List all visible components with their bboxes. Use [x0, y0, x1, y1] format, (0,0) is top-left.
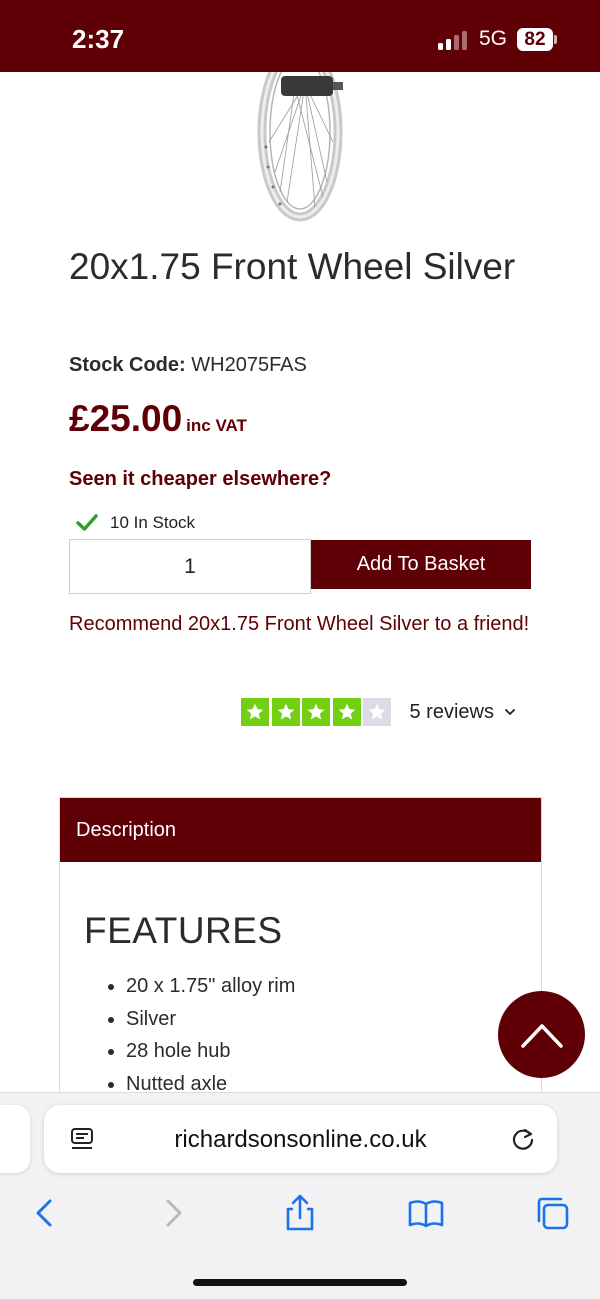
add-to-basket-button[interactable]: Add To Basket — [311, 540, 531, 589]
star-filled-icon — [241, 698, 269, 726]
stock-code-value: WH2075FAS — [191, 354, 307, 376]
tabs-icon[interactable] — [535, 1193, 571, 1233]
forward-icon[interactable] — [156, 1193, 192, 1233]
bookmarks-icon[interactable] — [408, 1193, 444, 1233]
recommend-friend-link[interactable]: Recommend 20x1.75 Front Wheel Silver to … — [69, 598, 539, 650]
chevron-down-icon — [505, 709, 515, 715]
list-item: Silver — [126, 1005, 295, 1038]
share-icon[interactable] — [282, 1193, 318, 1233]
battery-icon: 82 — [517, 28, 553, 51]
price-match-link[interactable]: Seen it cheaper elsewhere? — [69, 468, 331, 491]
stock-status: 10 In Stock — [76, 511, 195, 535]
scroll-to-top-button[interactable] — [498, 991, 585, 1078]
stock-code: Stock Code: WH2075FAS — [69, 354, 307, 377]
battery-nub — [554, 35, 557, 44]
features-list: 20 x 1.75" alloy rim Silver 28 hole hub … — [126, 972, 295, 1102]
chevron-up-icon — [520, 1023, 563, 1048]
reviews-count: 5 reviews — [409, 700, 494, 723]
home-indicator — [193, 1279, 407, 1286]
signal-icon — [438, 30, 470, 50]
previous-tab-preview[interactable] — [0, 1105, 30, 1173]
star-filled-icon — [271, 698, 300, 726]
product-title: 20x1.75 Front Wheel Silver — [69, 246, 516, 287]
address-bar[interactable]: richardsonsonline.co.uk — [44, 1105, 557, 1173]
stock-status-text: 10 In Stock — [110, 513, 196, 532]
network-type: 5G — [479, 27, 508, 50]
star-filled-icon — [302, 698, 330, 726]
stock-code-label: Stock Code: — [69, 354, 186, 376]
list-item: 28 hole hub — [126, 1037, 295, 1070]
wheel-image — [257, 72, 343, 222]
status-time: 2:37 — [72, 24, 125, 54]
status-bar: 2:37 5G 82 — [0, 0, 600, 72]
back-icon[interactable] — [26, 1193, 62, 1233]
quantity-input[interactable] — [69, 539, 311, 594]
star-empty-icon — [363, 698, 391, 726]
check-icon — [76, 514, 98, 531]
description-panel: Description FEATURES 20 x 1.75" alloy ri… — [59, 797, 542, 1107]
star-rating — [241, 698, 394, 726]
star-filled-icon — [332, 698, 361, 726]
reload-icon[interactable] — [510, 1126, 536, 1152]
price-vat-label: inc VAT — [186, 416, 247, 435]
features-heading: FEATURES — [84, 910, 283, 951]
list-item: 20 x 1.75" alloy rim — [126, 972, 295, 1005]
rating-summary[interactable]: 5 reviews — [241, 698, 516, 726]
url-text[interactable]: richardsonsonline.co.uk — [44, 1126, 557, 1154]
description-tab[interactable]: Description — [60, 798, 541, 862]
reviews-toggle[interactable]: 5 reviews — [410, 701, 516, 724]
price: £25.00 inc VAT — [69, 398, 247, 440]
price-amount: £25.00 — [69, 398, 183, 439]
